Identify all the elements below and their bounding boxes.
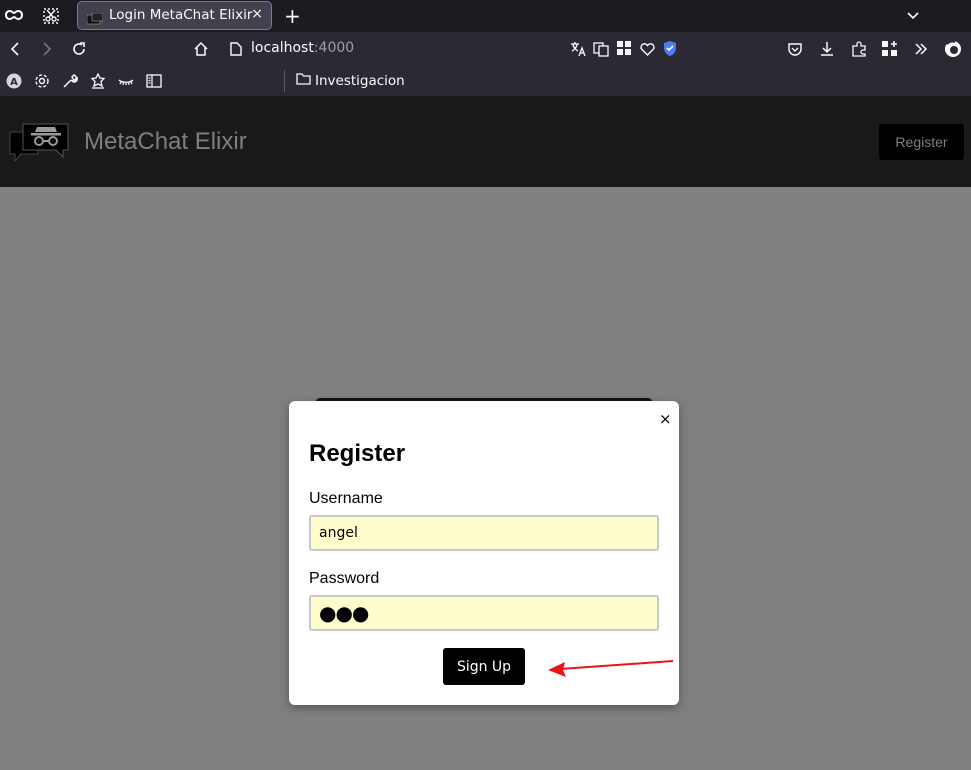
back-icon[interactable] [8,42,22,56]
overflow-chevrons-icon[interactable] [913,41,929,57]
browser-tab-bar: Login MetaChat Elixir × + [0,0,971,32]
downloads-icon[interactable] [819,41,835,57]
folder-icon [296,72,311,89]
new-tab-icon[interactable]: + [284,4,301,28]
browser-nav-bar: localhost:4000 [0,32,971,66]
tab-list-chevron-icon[interactable] [906,8,920,22]
star-box-icon[interactable] [90,73,106,89]
modal-title: Register [309,440,406,467]
reader-translate-icon[interactable] [593,41,609,57]
page-info-icon[interactable] [230,42,242,56]
heart-icon[interactable] [640,42,655,56]
bookmark-folder-label: Investigacion [315,72,405,89]
tab-close-icon[interactable]: × [251,6,263,22]
pocket-icon[interactable] [787,41,803,57]
username-input[interactable]: angel [309,515,659,551]
shield-icon[interactable] [663,40,677,57]
firefox-icon[interactable] [944,40,962,58]
svg-text:A: A [10,77,18,88]
incognito-chat-logo-icon[interactable] [9,122,69,168]
sidebar-icon[interactable] [146,73,162,89]
home-icon[interactable] [193,41,209,57]
private-mask-icon[interactable] [5,8,23,22]
url-host: localhost [251,40,314,56]
eye-closed-icon[interactable] [118,73,134,89]
account-avatar-icon[interactable]: A [6,73,22,89]
tab-title: Login MetaChat Elixir [109,7,253,23]
url-bar[interactable]: localhost:4000 [251,40,354,56]
password-label: Password [309,570,380,587]
reload-icon[interactable] [71,41,87,57]
apps-add-icon[interactable] [882,41,898,57]
red-arrow-annotation [546,656,676,682]
sign-up-button[interactable]: Sign Up [443,648,525,685]
password-input[interactable]: ●●● [309,595,659,631]
header-register-button[interactable]: Register [879,124,964,160]
translate-icon[interactable] [570,41,586,57]
forward-icon[interactable] [40,42,54,56]
brand-name[interactable]: MetaChat Elixir [84,128,247,156]
screenshot-icon[interactable] [42,7,60,25]
wrench-icon[interactable] [62,73,78,89]
username-label: Username [309,490,383,507]
bookmarks-bar: A Investigacion [0,66,971,96]
bookmarks-separator [284,70,285,92]
metachat-favicon-icon [86,10,104,29]
extensions-puzzle-icon[interactable] [851,41,867,57]
url-port: :4000 [313,40,355,56]
tab-metachat-login[interactable]: Login MetaChat Elixir × [77,1,272,30]
bookmark-folder-investigacion[interactable]: Investigacion [296,72,405,89]
settings-gear-icon[interactable] [34,73,50,89]
close-icon[interactable]: × [659,410,672,428]
extension-grid-icon[interactable] [617,41,632,56]
